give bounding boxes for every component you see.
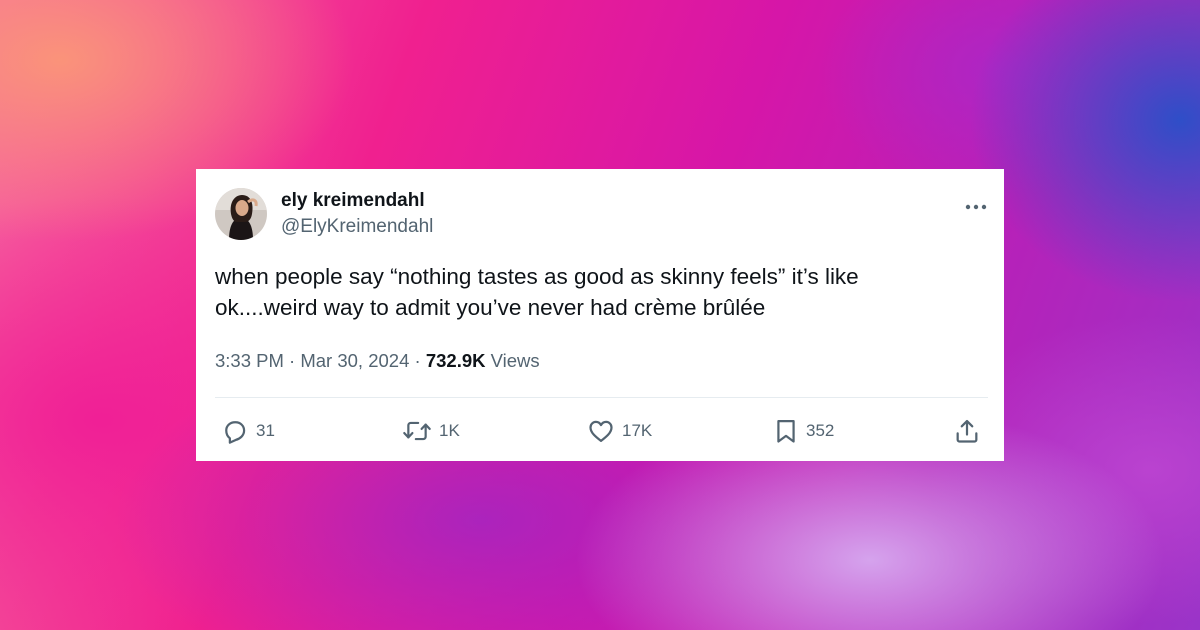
divider: [215, 397, 988, 398]
tweet-text-line: when people say “nothing tastes as good …: [215, 264, 859, 289]
meta-separator: ·: [289, 350, 296, 371]
bookmark-icon: [777, 419, 795, 443]
user-handle[interactable]: @ElyKreimendahl: [281, 216, 433, 238]
views-label: Views: [490, 350, 540, 371]
reply-count: 31: [256, 421, 275, 440]
share-icon: [956, 419, 978, 443]
bookmark-count: 352: [806, 421, 835, 440]
repost-count: 1K: [439, 421, 460, 440]
tweet-meta: 3:33 PM · Mar 30, 2024 · 732.9K Views: [215, 350, 540, 372]
like-button[interactable]: 17K: [587, 415, 652, 447]
display-name[interactable]: ely kreimendahl: [281, 190, 425, 212]
repost-icon: [403, 421, 431, 441]
action-bar: 31 1K 17K 352: [196, 415, 1004, 447]
tweet-text: when people say “nothing tastes as good …: [215, 261, 975, 323]
heart-icon: [589, 420, 613, 443]
tweet-date[interactable]: Mar 30, 2024: [300, 350, 409, 371]
tweet-text-line: ok....weird way to admit you’ve never ha…: [215, 295, 766, 320]
avatar[interactable]: [215, 188, 267, 240]
reply-icon: [225, 421, 246, 444]
views-count: 732.9K: [425, 350, 486, 371]
share-button[interactable]: [953, 415, 981, 447]
more-horizontal-icon: [965, 204, 987, 210]
repost-button[interactable]: 1K: [402, 415, 460, 447]
tweet-time[interactable]: 3:33 PM: [215, 350, 284, 371]
more-options-button[interactable]: [964, 197, 988, 217]
reply-button[interactable]: 31: [221, 415, 275, 447]
like-count: 17K: [622, 421, 653, 440]
tweet-card[interactable]: ely kreimendahl @ElyKreimendahl when peo…: [196, 169, 1004, 461]
meta-separator: ·: [414, 350, 421, 371]
bookmark-button[interactable]: 352: [773, 415, 834, 447]
